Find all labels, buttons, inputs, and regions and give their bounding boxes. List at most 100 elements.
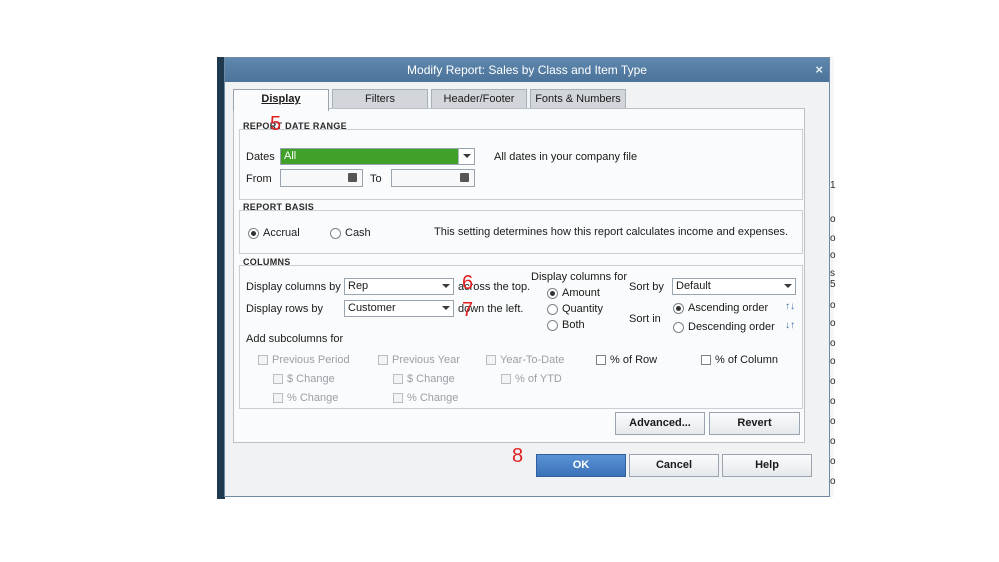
display-rows-by-label: Display rows by [246,303,324,315]
pp-pct-change-label[interactable]: % Change [287,392,338,404]
annotation-step-6: 6 [462,272,474,294]
py-dollar-change-checkbox[interactable] [393,374,403,384]
date-range-group: Dates All All dates in your company file… [239,129,803,200]
annotation-step-7: 7 [462,299,474,321]
cash-radio[interactable] [330,228,341,239]
background-char: o [830,214,836,225]
pp-dollar-change-label[interactable]: $ Change [287,373,335,385]
sort-by-dropdown[interactable]: Default [672,278,796,295]
year-to-date-label[interactable]: Year-To-Date [500,354,564,366]
modify-report-dialog: Modify Report: Sales by Class and Item T… [224,57,830,497]
tab-label: Display [261,93,301,105]
dates-dropdown-button[interactable] [458,149,474,164]
ok-button[interactable]: OK [536,454,626,477]
previous-year-checkbox[interactable] [378,355,388,365]
pct-of-column-checkbox[interactable] [701,355,711,365]
background-char: o [830,416,836,427]
background-char: o [830,436,836,447]
pct-of-column-label[interactable]: % of Column [715,354,778,366]
close-icon[interactable]: × [815,58,823,82]
amount-radio[interactable] [547,288,558,299]
sort-ascending-icon: ↑↓ [785,301,795,312]
calendar-icon[interactable] [460,173,469,182]
calendar-icon[interactable] [348,173,357,182]
to-label: To [370,173,382,185]
pct-of-ytd-checkbox[interactable] [501,374,511,384]
dates-hint: All dates in your company file [494,151,638,163]
background-char: o [830,396,836,407]
ascending-radio[interactable] [673,303,684,314]
cash-label[interactable]: Cash [345,227,371,239]
previous-period-label[interactable]: Previous Period [272,354,350,366]
both-radio[interactable] [547,320,558,331]
advanced-button[interactable]: Advanced... [615,412,705,435]
display-columns-by-dropdown[interactable]: Rep [344,278,454,295]
display-columns-for-label: Display columns for [531,271,627,283]
quantity-label[interactable]: Quantity [562,303,603,315]
tab-label: Filters [365,93,395,105]
background-char: o [830,300,836,311]
chevron-down-icon [463,154,471,158]
annotation-step-8: 8 [512,445,524,467]
descending-label[interactable]: Descending order [688,321,775,333]
accrual-label[interactable]: Accrual [263,227,300,239]
background-char: o [830,338,836,349]
tab-display[interactable]: Display [233,89,329,111]
background-char: o [830,476,836,487]
py-pct-change-checkbox[interactable] [393,393,403,403]
display-columns-by-label: Display columns by [246,281,341,293]
tab-header-footer[interactable]: Header/Footer [431,89,527,109]
basis-hint: This setting determines how this report … [434,226,789,238]
sort-in-label: Sort in [629,313,661,325]
pct-of-row-checkbox[interactable] [596,355,606,365]
chevron-down-icon [784,284,792,288]
chevron-down-icon [442,284,450,288]
previous-year-label[interactable]: Previous Year [392,354,460,366]
background-char: s [830,268,835,279]
dialog-titlebar[interactable]: Modify Report: Sales by Class and Item T… [225,58,829,82]
accrual-radio[interactable] [248,228,259,239]
add-subcolumns-label: Add subcolumns for [246,333,344,345]
pp-dollar-change-checkbox[interactable] [273,374,283,384]
report-basis-group: Accrual Cash This setting determines how… [239,210,803,254]
both-label[interactable]: Both [562,319,585,331]
quantity-radio[interactable] [547,304,558,315]
display-rows-by-value: Customer [348,302,396,314]
tab-filters[interactable]: Filters [332,89,428,109]
columns-group: Display columns by Rep across the top. D… [239,265,803,409]
dates-value: All [284,150,297,162]
background-char: o [830,456,836,467]
dates-dropdown[interactable]: All [280,148,475,165]
from-label: From [246,173,272,185]
dates-label: Dates [246,151,275,163]
background-char: o [830,233,836,244]
from-date-field[interactable] [280,169,363,187]
descending-radio[interactable] [673,322,684,333]
py-dollar-change-label[interactable]: $ Change [407,373,455,385]
background-char: o [830,250,836,261]
year-to-date-checkbox[interactable] [486,355,496,365]
background-char: o [830,356,836,367]
to-date-field[interactable] [391,169,475,187]
amount-label[interactable]: Amount [562,287,600,299]
py-pct-change-label[interactable]: % Change [407,392,458,404]
pct-of-ytd-label[interactable]: % of YTD [515,373,562,385]
sort-by-label: Sort by [629,281,664,293]
dialog-title: Modify Report: Sales by Class and Item T… [407,63,647,77]
tab-fonts-numbers[interactable]: Fonts & Numbers [530,89,626,109]
background-char: 5 [830,279,836,290]
display-rows-by-dropdown[interactable]: Customer [344,300,454,317]
background-char: o [830,376,836,387]
display-columns-by-value: Rep [348,280,369,292]
cancel-button[interactable]: Cancel [629,454,719,477]
previous-period-checkbox[interactable] [258,355,268,365]
ascending-label[interactable]: Ascending order [688,302,768,314]
background-char: 1 [830,180,836,191]
sort-by-value: Default [676,280,711,292]
background-char: o [830,318,836,329]
revert-button[interactable]: Revert [709,412,800,435]
pp-pct-change-checkbox[interactable] [273,393,283,403]
sort-descending-icon: ↓↑ [785,320,795,331]
help-button[interactable]: Help [722,454,812,477]
pct-of-row-label[interactable]: % of Row [610,354,657,366]
